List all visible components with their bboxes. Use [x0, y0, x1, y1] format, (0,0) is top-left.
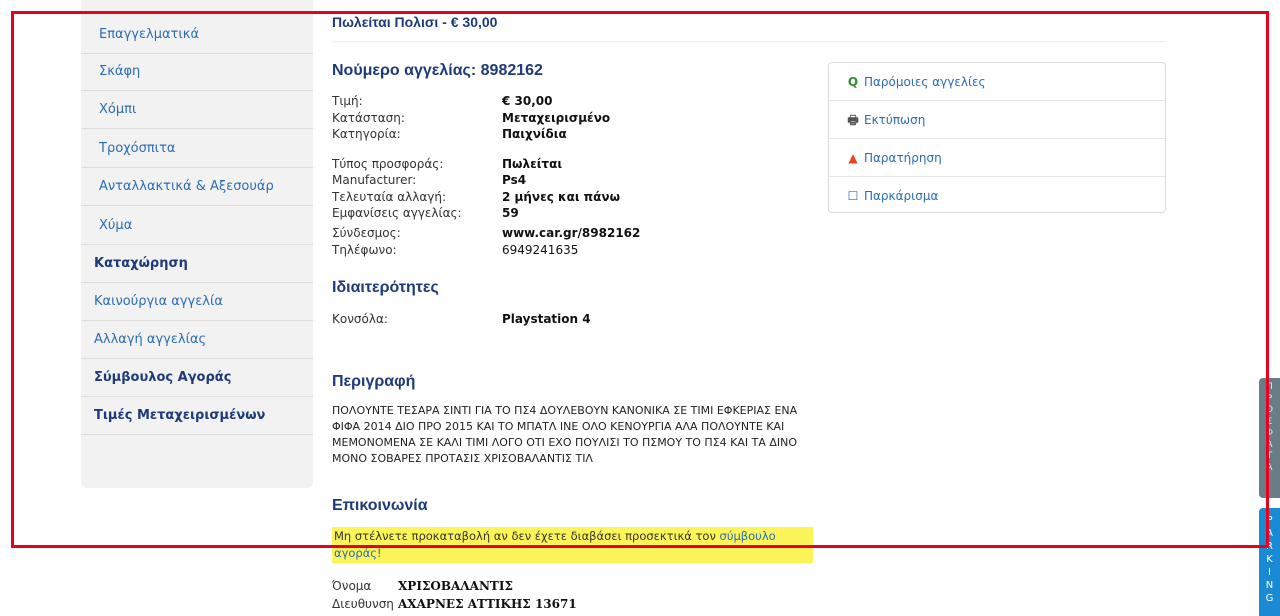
tab-letter: G — [1265, 593, 1274, 604]
detail-value: 2 μήνες και πάνω — [502, 190, 621, 204]
contact-key: Όνομα — [332, 579, 372, 593]
detail-value: € 30,00 — [502, 94, 553, 108]
detail-value: Πωλείται — [502, 157, 562, 171]
tab-letter: Σ — [1266, 416, 1273, 427]
parking-tab[interactable]: P A R K I N G — [1259, 508, 1280, 616]
tab-letter: Α — [1266, 439, 1273, 450]
similar-ads-button[interactable]: Q Παρόμοιες αγγελίες — [829, 63, 1165, 101]
detail-value: Ps4 — [502, 173, 527, 187]
detail-value: 59 — [502, 206, 519, 220]
detail-key: Τύπος προσφοράς: — [332, 157, 444, 171]
feature-value: Playstation 4 — [502, 312, 591, 326]
checkbox-icon: ☐ — [847, 189, 859, 203]
divider — [332, 41, 1166, 42]
detail-key: Τηλέφωνο: — [332, 243, 397, 257]
detail-key: Σύνδεσμος: — [332, 226, 401, 240]
ad-link[interactable]: www.car.gr/8982162 — [502, 225, 640, 241]
detail-key: Τιμή: — [332, 94, 363, 108]
detail-key: Manufacturer: — [332, 173, 417, 187]
park-button[interactable]: ☐ Παρκάρισμα — [829, 177, 1165, 215]
detail-value: Παιχνίδια — [502, 127, 567, 141]
features-heading: Ιδιαιτερότητες — [332, 279, 439, 296]
tab-letter: R — [1266, 541, 1273, 552]
contact-value: ΑΧΑΡΝΕΣ ΑΤΤΙΚΗΣ 13671 — [398, 597, 577, 611]
detail-key: Κατάσταση: — [332, 111, 405, 125]
sidebar-item-caravans[interactable]: Τροχόσπιτα — [81, 130, 313, 168]
tab-letter: Ο — [1265, 405, 1274, 415]
sidebar-item-parts[interactable]: Ανταλλακτικά & Αξεσουάρ — [81, 168, 313, 206]
tab-letter: A — [1266, 528, 1273, 539]
warning-banner: Μη στέλνετε προκαταβολή αν δεν έχετε δια… — [332, 527, 813, 563]
search-icon: Q — [847, 75, 859, 89]
action-label: Παρατήρηση — [864, 151, 942, 165]
detail-key: Εμφανίσεις αγγελίας: — [332, 206, 462, 220]
warning-icon: ▲ — [848, 151, 858, 165]
phone-number: 6949241635 — [502, 243, 579, 257]
actions-panel: Q Παρόμοιες αγγελίες 🖶 Εκτύπωση ▲ Παρατήρησ… — [828, 62, 1166, 213]
tab-letter: K — [1266, 554, 1273, 565]
description-heading: Περιγραφή — [332, 373, 416, 390]
listing-title: Πωλείται Πολισι - € 30,00 — [332, 14, 498, 30]
recent-tab[interactable]: Π Ρ Ο Σ Φ Α Τ Α — [1259, 378, 1280, 498]
print-icon: 🖶 — [847, 113, 859, 127]
sidebar-item-used-prices[interactable]: Τιμές Μεταχειρισμένων — [81, 397, 313, 435]
contact-heading: Επικοινωνία — [332, 497, 428, 514]
detail-key: Τελευταία αλλαγή: — [332, 190, 447, 204]
sidebar-item-new-ad[interactable]: Καινούργια αγγελία — [81, 283, 313, 321]
sidebar-item-edit-ad[interactable]: Αλλαγή αγγελίας — [81, 321, 313, 359]
action-label: Εκτύπωση — [864, 113, 926, 127]
sidebar-item-buyer-advisor[interactable]: Σύμβουλος Αγοράς — [81, 359, 313, 397]
sidebar-item-boats[interactable]: Σκάφη — [81, 53, 313, 91]
sidebar: Επαγγελματικά Σκάφη Χόμπι Τροχόσπιτα Αντ… — [81, 0, 313, 488]
contact-value: ΧΡΙΣΟΒΑΛΑΝΤΙΣ — [398, 579, 513, 593]
sidebar-item-listing[interactable]: Καταχώρηση — [81, 245, 313, 283]
tab-letter: Α — [1266, 462, 1273, 473]
tab-letter: I — [1268, 567, 1271, 578]
contact-key: Διευθυνση — [332, 597, 394, 611]
feature-key: Κονσόλα: — [332, 312, 388, 326]
sidebar-item-hobby[interactable]: Χόμπι — [81, 91, 313, 129]
tab-letter: P — [1266, 515, 1273, 526]
tab-letter: Ρ — [1266, 393, 1273, 404]
tab-letter: Φ — [1265, 428, 1274, 438]
description-text: ΠΟΛΟΥΝΤΕ ΤΕΣΑΡΑ ΣΙΝΤΙ ΓΙΑ ΤΟ ΠΣ4 ΔΟΥΛΕΒΟ… — [332, 404, 798, 465]
tab-letter: Τ — [1266, 451, 1273, 461]
ad-number-heading: Νούμερο αγγελίας: 8982162 — [332, 62, 543, 79]
action-label: Παρόμοιες αγγελίες — [864, 75, 986, 89]
report-button[interactable]: ▲ Παρατήρηση — [829, 139, 1165, 177]
sidebar-item-bulk[interactable]: Χύμα — [81, 207, 313, 245]
print-button[interactable]: 🖶 Εκτύπωση — [829, 101, 1165, 139]
warning-text: Μη στέλνετε προκαταβολή αν δεν έχετε δια… — [334, 529, 720, 543]
detail-key: Κατηγορία: — [332, 127, 401, 141]
tab-letter: Π — [1266, 382, 1273, 392]
tab-letter: N — [1265, 580, 1274, 591]
action-label: Παρκάρισμα — [864, 189, 939, 203]
sidebar-item-professional[interactable]: Επαγγελματικά — [81, 16, 313, 54]
detail-value: Μεταχειρισμένο — [502, 111, 611, 125]
